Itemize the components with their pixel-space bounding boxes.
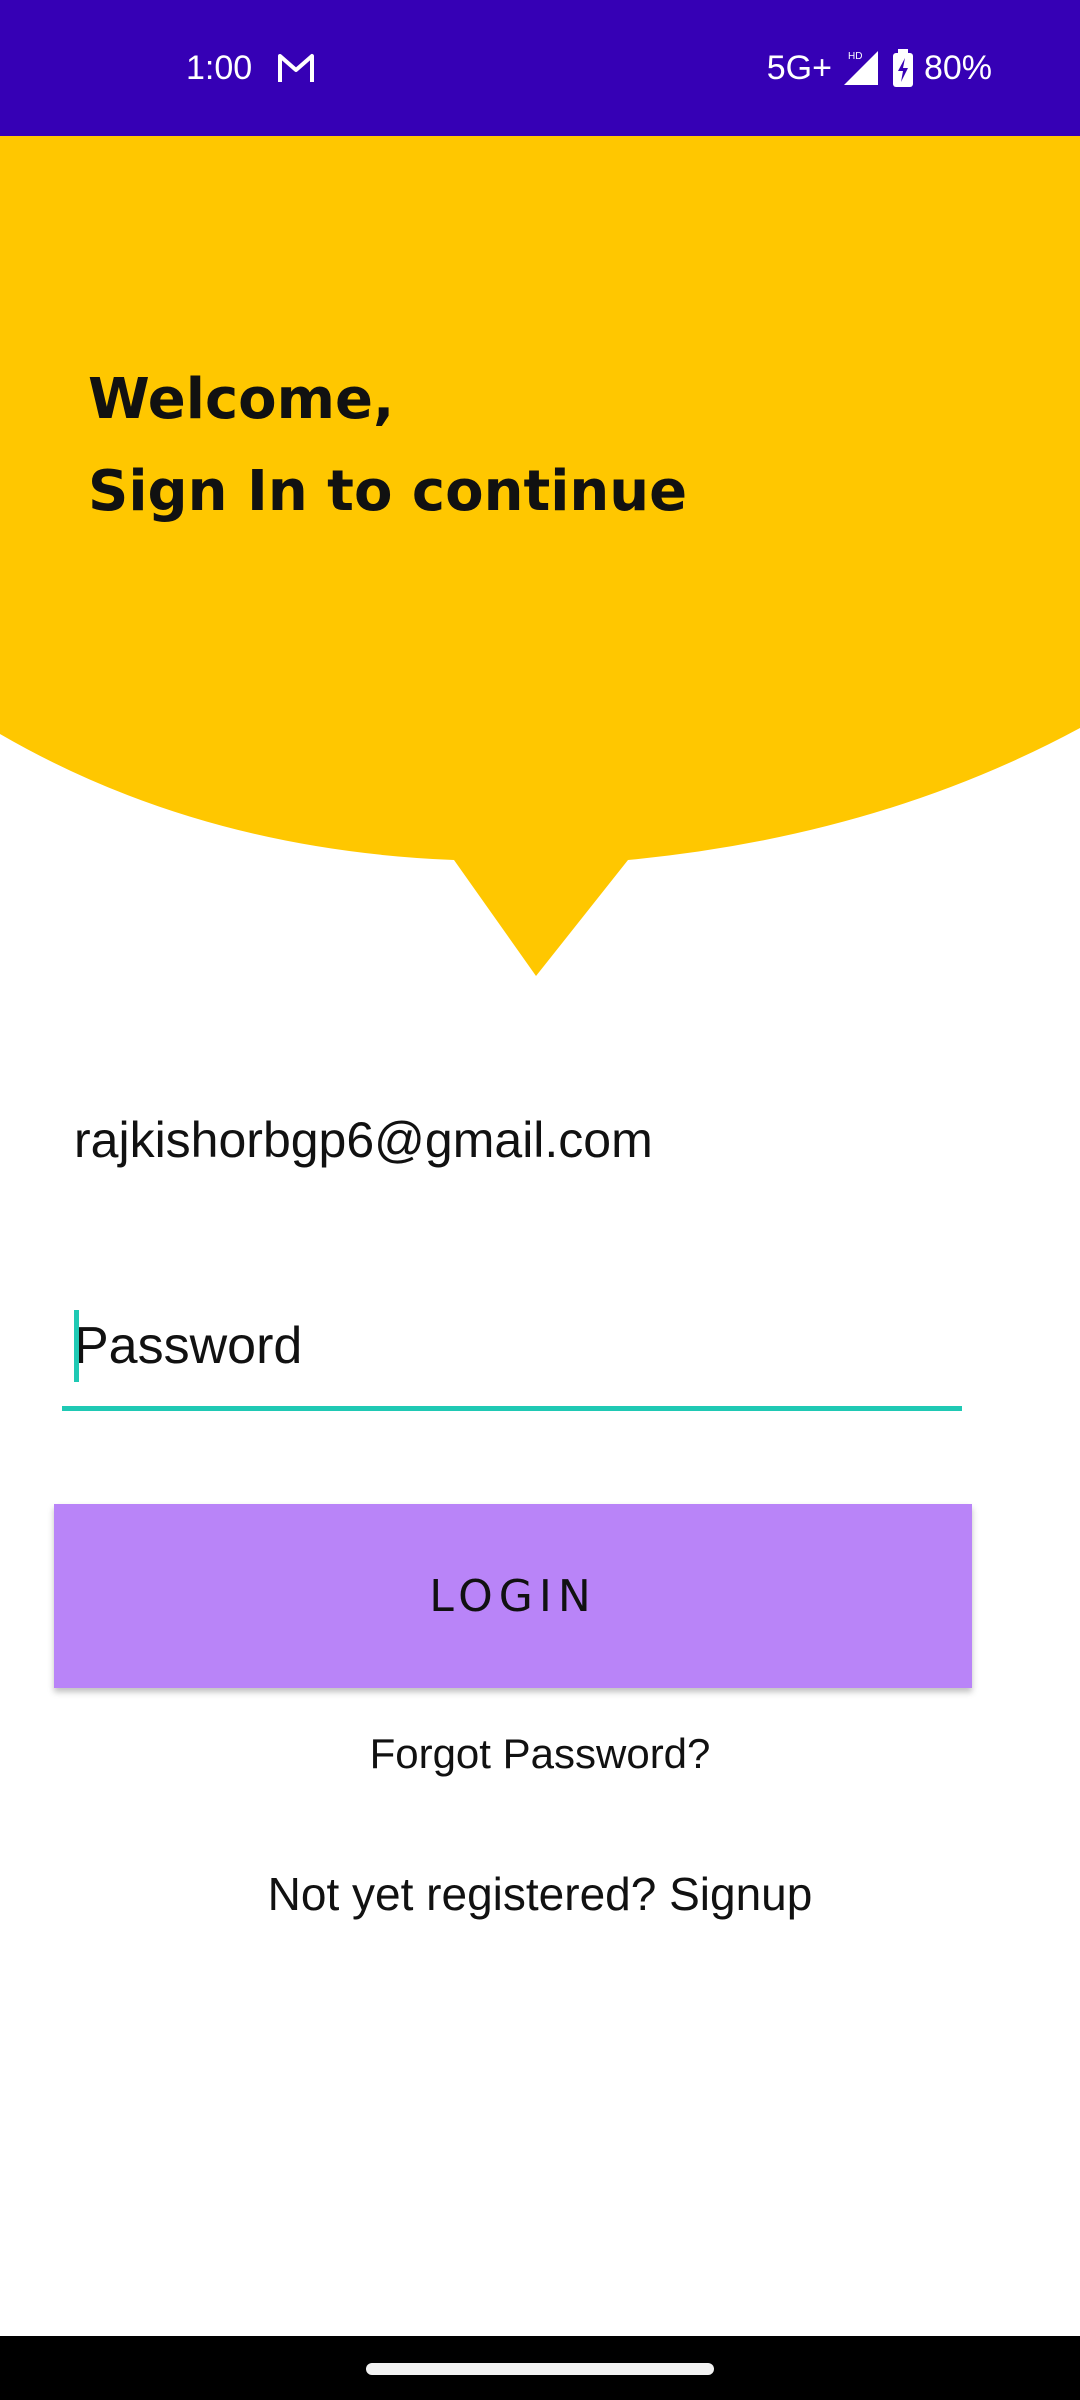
status-right-group: 5G+ HD 80% <box>767 44 992 92</box>
hd-label: HD <box>848 51 862 62</box>
login-button[interactable]: LOGIN <box>54 1504 972 1688</box>
welcome-subtitle: Sign In to continue <box>88 459 688 524</box>
forgot-password-link[interactable]: Forgot Password? <box>0 1724 1080 1784</box>
battery-percent: 80% <box>923 49 992 87</box>
status-time: 1:00 <box>186 49 253 87</box>
header-background <box>0 136 1080 976</box>
status-bar: 1:00 5G+ HD 80% <box>0 0 1080 136</box>
battery-charging-icon <box>892 49 913 87</box>
network-type: 5G+ <box>766 49 832 87</box>
signup-link[interactable]: Not yet registered? Signup <box>0 1860 1080 1928</box>
welcome-heading: Welcome, Sign In to continue <box>88 354 687 538</box>
text-cursor <box>74 1310 79 1382</box>
home-gesture-handle[interactable] <box>366 2363 714 2375</box>
email-field[interactable]: rajkishorbgp6@gmail.com <box>74 1100 954 1180</box>
gmail-icon <box>278 54 314 82</box>
login-screen: 1:00 5G+ HD 80% Welcome, Sign In to cont… <box>0 0 1080 2400</box>
welcome-title: Welcome, <box>88 367 395 432</box>
password-placeholder: Password <box>74 1317 303 1375</box>
password-field[interactable]: Password <box>62 1302 962 1411</box>
signal-icon: HD <box>843 51 878 85</box>
